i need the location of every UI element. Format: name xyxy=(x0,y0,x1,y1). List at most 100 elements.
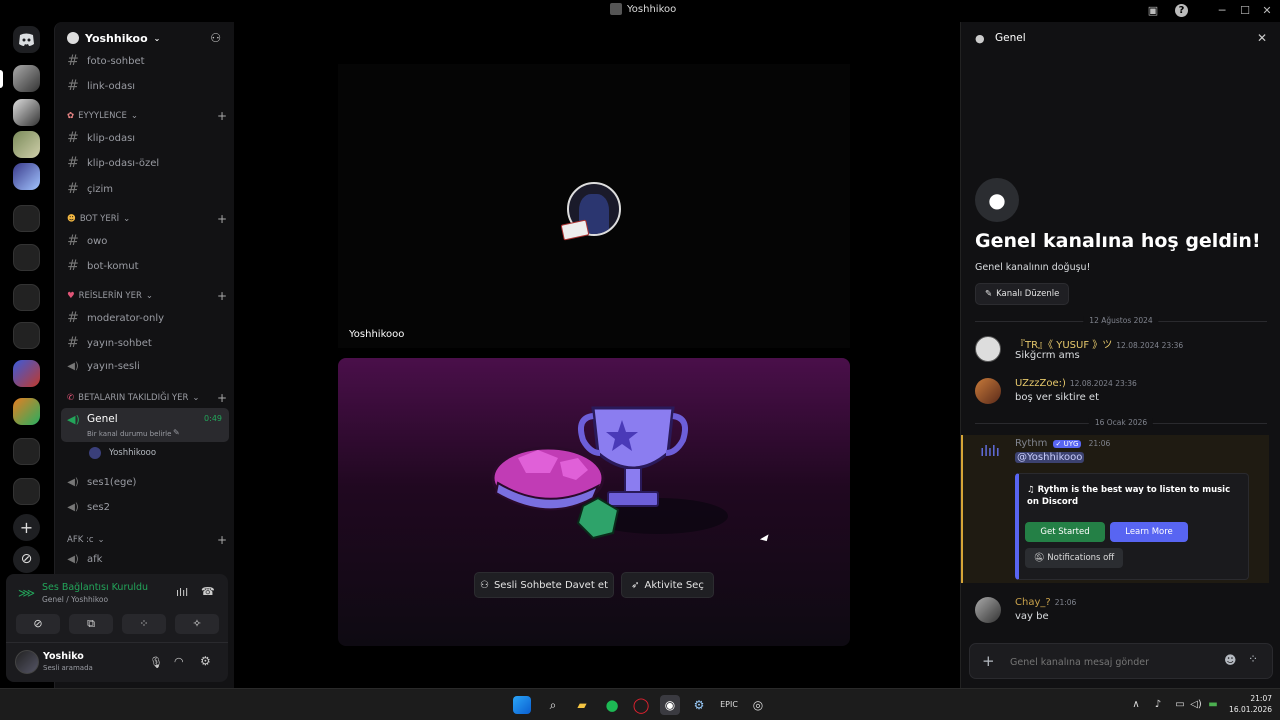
epic-games-icon[interactable]: EPIC xyxy=(719,695,739,715)
channel-item[interactable]: # çizim xyxy=(67,181,229,197)
discord-home-icon[interactable] xyxy=(13,26,40,53)
message-author[interactable]: Rythm ✓ UYG 21:06 xyxy=(1015,438,1110,449)
rythm-avatar-icon[interactable]: ılılı xyxy=(977,439,1003,465)
avatar[interactable] xyxy=(975,336,1001,362)
active-voice-channel[interactable]: ◀) Genel 0:49 Bir kanal durumu belirle ✎ xyxy=(61,408,229,442)
channel-item[interactable]: # klip-odası xyxy=(67,130,229,146)
battery-icon[interactable]: ▬ xyxy=(1203,695,1223,715)
channel-item[interactable]: # foto-sohbet xyxy=(67,53,229,69)
discord-taskbar-icon[interactable]: ◉ xyxy=(660,695,680,715)
guild-header[interactable]: Yoshhikoo ⌄ ⚇ xyxy=(55,22,235,54)
message-input[interactable] xyxy=(1010,653,1210,671)
camera-off-button[interactable]: ⊘ xyxy=(16,614,60,634)
server-folder[interactable] xyxy=(13,163,40,190)
channel-item[interactable]: # owo xyxy=(67,233,229,249)
server-folder[interactable] xyxy=(13,284,40,311)
server-folder[interactable] xyxy=(13,244,40,271)
notifications-off-button[interactable]: 🔕︎ Notifications off xyxy=(1025,548,1123,568)
headphones-icon[interactable]: ◠ xyxy=(174,655,184,668)
disconnect-icon[interactable]: ☎ xyxy=(201,585,215,598)
participant-tile[interactable]: Yoshhikooo xyxy=(338,64,850,348)
category-header[interactable]: ✿ EYYYLENCE ⌄ + xyxy=(67,109,227,123)
add-attachment-icon[interactable]: + xyxy=(982,652,995,670)
message[interactable]: 『TR』《 YUSUF 》ツ 12.08.2024 23:36 Sikğcrm a… xyxy=(975,336,1265,366)
app-icon[interactable]: ◎ xyxy=(748,695,768,715)
learn-more-button[interactable]: Learn More xyxy=(1110,522,1188,542)
mention-message[interactable]: ılılı Rythm ✓ UYG 21:06 @Yoshhikooo ♫ Ry… xyxy=(961,435,1269,583)
screen-share-button[interactable]: ⧉ xyxy=(69,614,113,634)
message-author[interactable]: Chay_? 21:06 xyxy=(1015,597,1076,608)
avatar[interactable] xyxy=(975,597,1001,623)
invite-to-voice-button[interactable]: ⚇ Sesli Sohbete Davet et xyxy=(474,572,614,598)
server-folder[interactable] xyxy=(13,205,40,232)
message[interactable]: Chay_? 21:06 vay be xyxy=(975,597,1265,627)
avatar[interactable] xyxy=(15,650,39,674)
clock-date[interactable]: 16.01.2026 xyxy=(1222,705,1272,714)
add-channel-icon[interactable]: + xyxy=(217,212,227,226)
server-folder[interactable] xyxy=(13,438,40,465)
user-mention[interactable]: @Yoshhikooo xyxy=(1015,452,1085,463)
server-icon[interactable] xyxy=(13,99,40,126)
message-author[interactable]: 『TR』《 YUSUF 》ツ 12.08.2024 23:36 xyxy=(1015,336,1183,351)
voice-channel-item[interactable]: ◀) yayın-sesli xyxy=(67,361,229,372)
message[interactable]: UZzzZoe:) 12.08.2024 23:36 boş ver siktir… xyxy=(975,378,1265,408)
inbox-icon[interactable]: ▣ xyxy=(1145,3,1161,19)
channel-item[interactable]: # link-odası xyxy=(67,78,229,94)
microphone-icon[interactable]: ♪ xyxy=(1148,695,1168,715)
server-icon[interactable] xyxy=(13,65,40,92)
spotify-icon[interactable]: ● xyxy=(602,695,622,715)
add-channel-icon[interactable]: + xyxy=(217,533,227,547)
voice-channel-item[interactable]: ◀) ses2 xyxy=(67,502,229,513)
gear-icon[interactable]: ⚙ xyxy=(200,654,211,668)
channel-item[interactable]: # yayın-sohbet xyxy=(67,335,229,351)
channel-status[interactable]: Bir kanal durumu belirle xyxy=(87,430,171,438)
voice-member[interactable]: Yoshhikooo xyxy=(89,447,156,459)
choose-activity-button[interactable]: ➶ Aktivite Seç xyxy=(621,572,714,598)
close-window-button[interactable]: ✕ xyxy=(1259,3,1275,19)
add-server-icon[interactable]: + xyxy=(13,514,40,541)
start-icon[interactable] xyxy=(513,696,531,714)
add-channel-icon[interactable]: + xyxy=(217,109,227,123)
soundboard-button[interactable]: ✧ xyxy=(175,614,219,634)
opera-icon[interactable]: ◯ xyxy=(631,695,651,715)
category-header[interactable]: ✆ BETALARIN TAKILDIĞI YER ⌄ + xyxy=(67,391,227,405)
edit-channel-button[interactable]: ✎ Kanalı Düzenle xyxy=(975,283,1070,305)
category-header[interactable]: ☻ BOT YERİ ⌄ + xyxy=(67,212,227,226)
category-header[interactable]: AFK :c ⌄ + xyxy=(67,533,227,547)
voice-status[interactable]: Ses Bağlantısı Kuruldu xyxy=(42,582,148,593)
channel-item[interactable]: # klip-odası-özel xyxy=(67,155,229,171)
channel-item[interactable]: # bot-komut xyxy=(67,258,229,274)
steam-icon[interactable]: ⚙ xyxy=(689,695,709,715)
apps-icon[interactable]: ⁘ xyxy=(1248,652,1258,666)
server-folder[interactable] xyxy=(13,322,40,349)
chevron-up-icon[interactable]: ∧ xyxy=(1126,695,1146,715)
search-icon[interactable]: ⌕ xyxy=(543,695,563,715)
server-folder[interactable] xyxy=(13,360,40,387)
server-folder[interactable] xyxy=(13,478,40,505)
minimize-button[interactable]: ─ xyxy=(1214,3,1230,19)
help-icon[interactable]: ? xyxy=(1175,4,1188,17)
avatar[interactable] xyxy=(975,378,1001,404)
server-icon[interactable] xyxy=(13,131,40,158)
pencil-icon[interactable]: ✎ xyxy=(173,428,180,437)
clock-time[interactable]: 21:07 xyxy=(1238,694,1272,703)
add-friend-icon[interactable]: ⚇ xyxy=(210,31,221,45)
chevron-down-icon: ⌄ xyxy=(192,393,200,403)
close-icon[interactable]: ✕ xyxy=(1257,31,1267,45)
noise-suppression-icon[interactable]: ılıl xyxy=(176,586,188,599)
voice-channel-item[interactable]: ◀) ses1(ege) xyxy=(67,477,229,488)
maximize-button[interactable]: ☐ xyxy=(1237,3,1253,19)
channel-item[interactable]: # moderator-only xyxy=(67,310,229,326)
discover-icon[interactable]: ⊘ xyxy=(13,546,40,573)
server-folder[interactable] xyxy=(13,398,40,425)
get-started-button[interactable]: Get Started xyxy=(1025,522,1105,542)
microphone-icon[interactable]: 🎙︎ xyxy=(149,656,163,669)
activities-button[interactable]: ⁘ xyxy=(122,614,166,634)
emoji-icon[interactable]: ☻ xyxy=(1224,653,1237,667)
category-header[interactable]: ♥ REİSLERİN YER ⌄ + xyxy=(67,289,227,303)
message-author[interactable]: UZzzZoe:) 12.08.2024 23:36 xyxy=(1015,378,1137,389)
file-explorer-icon[interactable]: ▰ xyxy=(572,695,592,715)
add-channel-icon[interactable]: + xyxy=(217,391,227,405)
add-channel-icon[interactable]: + xyxy=(217,289,227,303)
voice-channel-item[interactable]: ◀) afk xyxy=(67,554,229,565)
